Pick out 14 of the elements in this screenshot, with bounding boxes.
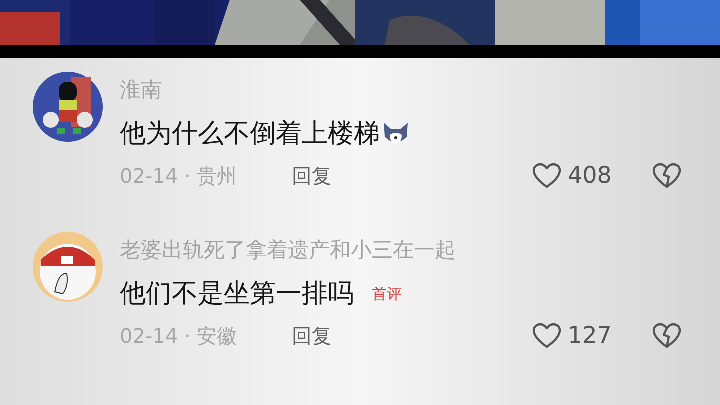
wolf-face-icon	[382, 121, 410, 147]
like-button[interactable]	[532, 322, 562, 350]
like-count: 408	[568, 164, 613, 188]
dislike-button[interactable]	[652, 322, 682, 350]
like-count: 127	[568, 324, 613, 348]
comment-meta: 02-14 · 安徽	[120, 326, 238, 346]
reply-button[interactable]: 回复	[292, 326, 332, 346]
reply-button[interactable]: 回复	[292, 166, 332, 186]
like-button[interactable]	[532, 162, 562, 190]
comment-text: 他们不是坐第一排吗	[120, 281, 354, 307]
first-comment-tag: 首评	[372, 286, 402, 302]
comment-meta: 02-14 · 贵州	[120, 166, 238, 186]
comment-text: 他为什么不倒着上楼梯	[120, 121, 380, 147]
dislike-button[interactable]	[652, 162, 682, 190]
